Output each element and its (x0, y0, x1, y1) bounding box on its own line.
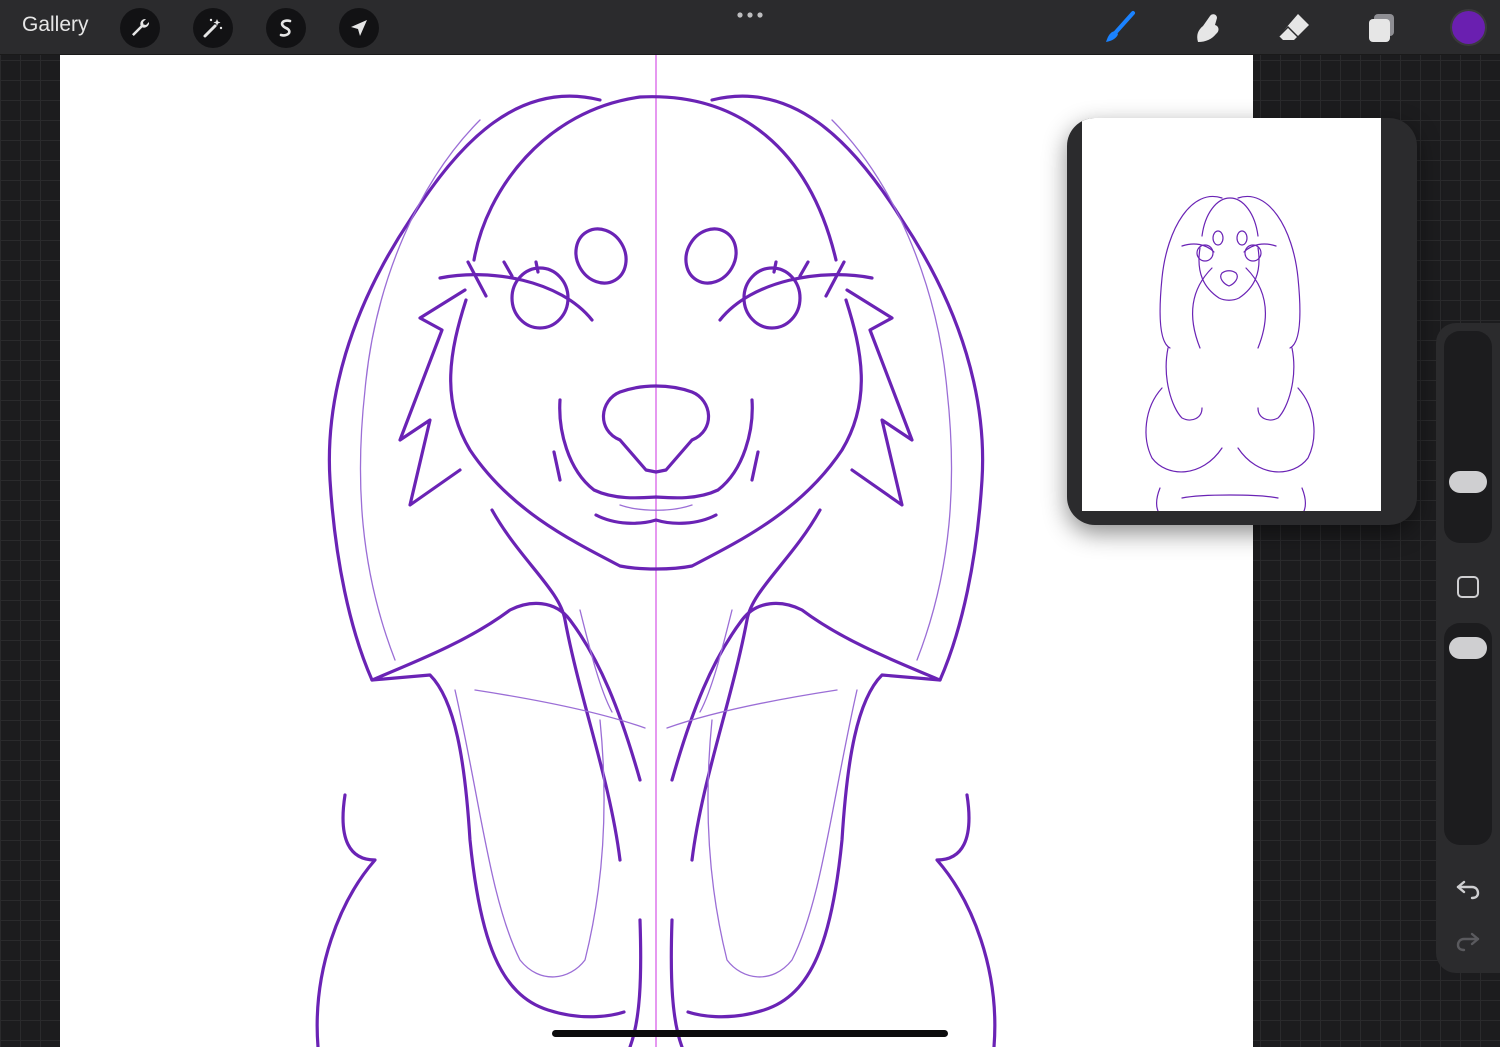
actions-wrench-button[interactable] (120, 8, 160, 48)
selection-icon (279, 19, 292, 37)
reference-canvas (1082, 118, 1381, 512)
undo-icon (1456, 880, 1480, 900)
layers-icon (1369, 14, 1394, 42)
reference-window[interactable] (1067, 118, 1417, 525)
smudge-icon (1197, 14, 1219, 42)
gallery-button[interactable]: Gallery (22, 13, 89, 37)
more-options-button[interactable] (735, 8, 765, 27)
home-indicator[interactable] (552, 1030, 948, 1037)
smudge-tool-button[interactable] (1186, 8, 1226, 48)
color-picker-button[interactable] (1452, 11, 1485, 44)
brush-tool-button[interactable] (1098, 8, 1138, 48)
brush-size-slider[interactable] (1444, 331, 1492, 543)
wrench-icon (132, 18, 150, 36)
more-dots-icon (737, 12, 763, 18)
brush-opacity-slider[interactable] (1444, 623, 1492, 845)
brush-opacity-thumb[interactable] (1449, 637, 1487, 659)
transform-arrow-icon (351, 20, 367, 36)
redo-icon (1456, 932, 1480, 952)
sidebar (1436, 323, 1500, 973)
reference-thumbnail-drawing (1145, 195, 1315, 512)
transform-button[interactable] (339, 8, 379, 48)
magic-wand-icon (203, 18, 223, 38)
brush-icon (1106, 11, 1135, 42)
layers-button[interactable] (1362, 8, 1402, 48)
redo-button[interactable] (1454, 927, 1482, 955)
adjustments-button[interactable] (193, 8, 233, 48)
undo-button[interactable] (1454, 875, 1482, 903)
top-toolbar: Gallery (0, 0, 1500, 55)
selection-button[interactable] (266, 8, 306, 48)
eraser-icon (1278, 14, 1309, 40)
eraser-tool-button[interactable] (1274, 8, 1314, 48)
brush-size-thumb[interactable] (1449, 471, 1487, 493)
modify-button[interactable] (1457, 576, 1479, 598)
